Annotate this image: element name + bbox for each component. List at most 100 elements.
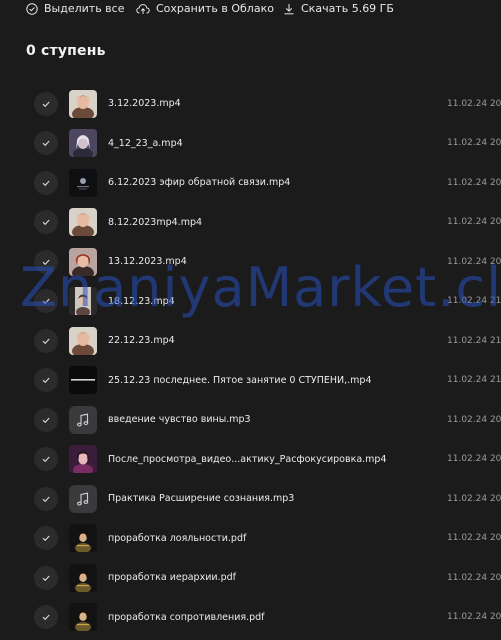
file-name: 25.12.23 последнее. Пятое занятие 0 СТУП… (108, 374, 372, 386)
file-row[interactable]: проработка сопротивления.pdf 11.02.24 20:… (0, 598, 501, 638)
checkbox[interactable] (34, 328, 58, 353)
video-thumbnail-icon (69, 208, 97, 237)
check-icon (42, 614, 50, 621)
checkbox[interactable] (34, 526, 58, 551)
file-name: Практика Расширение сознания.mp3 (108, 493, 295, 505)
file-row[interactable]: Практика Расширение сознания.mp3 11.02.24… (0, 479, 501, 519)
file-row[interactable]: введение чувство вины.mp3 11.02.24 20:5 (0, 400, 501, 440)
file-thumbnail (69, 89, 97, 118)
video-thumbnail-icon (69, 326, 97, 355)
check-icon (42, 140, 50, 147)
check-icon (42, 456, 50, 463)
check-icon (42, 496, 50, 502)
file-row[interactable]: проработка иерархии.pdf 11.02.24 20:5 (0, 558, 501, 598)
file-thumbnail (69, 445, 97, 474)
video-thumbnail-icon (69, 89, 97, 118)
checkbox[interactable] (34, 565, 58, 590)
file-row[interactable]: 25.12.23 последнее. Пятое занятие 0 СТУП… (0, 361, 501, 401)
check-icon (42, 259, 50, 265)
cloud-upload-icon (136, 3, 150, 14)
download-icon (284, 3, 294, 14)
file-list: 3.12.2023.mp4 11.02.24 20:5 4_12_23_a.mp4 1… (0, 84, 501, 637)
file-thumbnail (69, 366, 97, 395)
file-name: проработка сопротивления.pdf (108, 611, 265, 623)
music-note-icon (77, 413, 89, 427)
file-thumbnail (69, 484, 97, 513)
file-date: 11.02.24 20:5 (447, 533, 501, 544)
checkbox[interactable] (34, 407, 58, 432)
checkbox[interactable] (34, 605, 58, 630)
file-row[interactable]: 4_12_23_a.mp4 11.02.24 20:5 (0, 124, 501, 164)
pdf-thumbnail-icon (69, 563, 97, 592)
checkbox[interactable] (34, 447, 58, 472)
video-thumbnail-icon (69, 287, 97, 316)
download-button[interactable]: Скачать 5.69 ГБ (283, 2, 394, 15)
file-thumbnail (69, 563, 97, 592)
pdf-thumbnail-icon (69, 603, 97, 632)
checkbox[interactable] (34, 368, 58, 393)
file-row[interactable]: 6.12.2023 эфир обратной связи.mp4 11.02.2… (0, 163, 501, 203)
music-note-icon (77, 492, 89, 506)
file-name: введение чувство вины.mp3 (108, 414, 251, 426)
checkbox[interactable] (34, 289, 58, 314)
file-row[interactable]: 22.12.23.mp4 11.02.24 21:1 (0, 321, 501, 361)
check-icon (42, 101, 50, 107)
video-thumbnail-icon (69, 247, 97, 276)
video-thumbnail-icon (69, 168, 97, 197)
file-date: 11.02.24 21:4 (447, 375, 501, 386)
file-row[interactable]: 18.12.23.mp4 11.02.24 21:2 (0, 282, 501, 322)
checkbox[interactable] (34, 170, 58, 195)
file-name: После_просмотра_видео...актику_Расфокуси… (108, 453, 387, 465)
file-date: 11.02.24 20:5 (447, 493, 501, 504)
video-thumbnail-icon (69, 445, 97, 474)
file-name: проработка иерархии.pdf (108, 572, 236, 584)
save-to-cloud-label: Сохранить в Облако (156, 2, 274, 15)
file-row[interactable]: 8.12.2023mp4.mp4 11.02.24 20:5 (0, 203, 501, 243)
file-date: 11.02.24 20:5 (447, 177, 501, 188)
folder-title: 0 ступень (26, 43, 106, 59)
check-icon (42, 417, 50, 423)
checkbox[interactable] (34, 249, 58, 274)
file-date: 11.02.24 20:5 (447, 612, 501, 623)
file-thumbnail (69, 247, 97, 276)
checkbox[interactable] (34, 210, 58, 235)
check-circle-icon (26, 2, 38, 15)
video-thumbnail-icon (69, 129, 97, 158)
checkbox[interactable] (34, 91, 58, 116)
select-all-button[interactable]: Выделить все (26, 2, 124, 15)
checkbox[interactable] (34, 486, 58, 511)
file-thumbnail (69, 524, 97, 553)
file-name: 8.12.2023mp4.mp4 (108, 216, 203, 228)
file-thumbnail (69, 129, 97, 158)
save-to-cloud-button[interactable]: Сохранить в Облако (136, 2, 274, 15)
check-icon (42, 377, 50, 384)
file-date: 11.02.24 20:5 (447, 414, 501, 425)
file-thumbnail (69, 208, 97, 237)
file-name: проработка лояльности.pdf (108, 532, 247, 544)
file-date: 11.02.24 21:1 (447, 335, 501, 346)
check-icon (42, 298, 50, 305)
video-thumbnail-icon (69, 366, 97, 395)
download-label: Скачать 5.69 ГБ (301, 2, 394, 15)
file-name: 13.12.2023.mp4 (108, 256, 187, 268)
file-date: 11.02.24 21:2 (447, 296, 501, 307)
pdf-thumbnail-icon (69, 524, 97, 553)
file-thumbnail (69, 287, 97, 316)
file-date: 11.02.24 20:5 (447, 454, 501, 465)
toolbar: Выделить все Сохранить в Облако Скачать … (0, 0, 501, 18)
file-date: 11.02.24 20:5 (447, 138, 501, 149)
file-name: 6.12.2023 эфир обратной связи.mp4 (108, 177, 291, 189)
file-row[interactable]: проработка лояльности.pdf 11.02.24 20:5 (0, 519, 501, 559)
file-row[interactable]: После_просмотра_видео...актику_Расфокуси… (0, 440, 501, 480)
file-row[interactable]: 13.12.2023.mp4 11.02.24 20:5 (0, 242, 501, 282)
file-name: 4_12_23_a.mp4 (108, 137, 183, 149)
checkbox[interactable] (34, 131, 58, 156)
file-name: 22.12.23.mp4 (108, 335, 175, 347)
check-icon (42, 180, 50, 186)
check-icon (42, 535, 50, 542)
file-name: 18.12.23.mp4 (108, 295, 175, 307)
file-thumbnail (69, 168, 97, 197)
check-icon (42, 219, 50, 226)
file-row[interactable]: 3.12.2023.mp4 11.02.24 20:5 (0, 84, 501, 124)
file-date: 11.02.24 20:5 (447, 98, 501, 109)
